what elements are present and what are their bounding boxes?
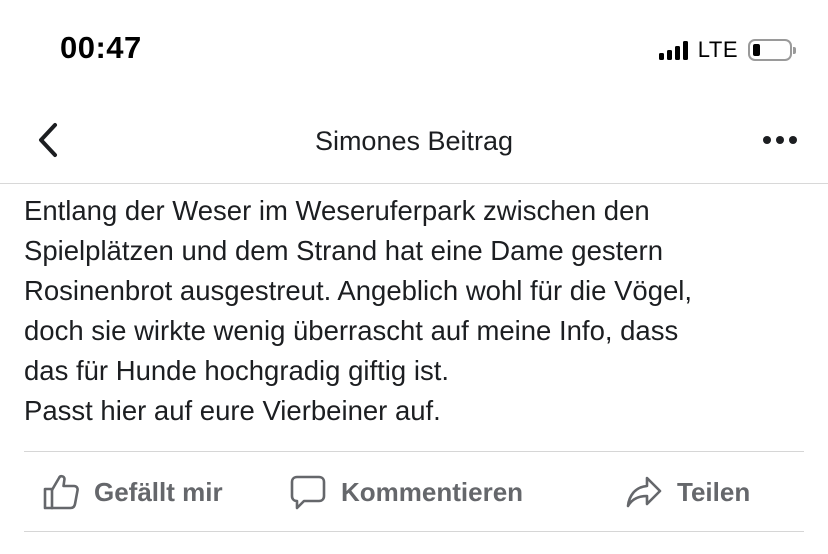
page-title: Simones Beitrag (314, 126, 514, 156)
network-type: LTE (697, 37, 738, 62)
battery-icon (748, 39, 796, 61)
post-line: Rosinenbrot ausgestreut. Angeblich wohl … (24, 275, 693, 306)
post-line: Passt hier auf eure Vierbeiner auf. (24, 395, 441, 426)
comment-button[interactable]: Kommentieren (289, 452, 523, 532)
like-button[interactable]: Gefällt mir (42, 452, 223, 532)
actions-bottom-divider (24, 531, 804, 532)
thumbs-up-icon (43, 474, 79, 510)
post-line: Entlang der Weser im Weseruferpark zwisc… (24, 195, 650, 226)
post-actions: Gefällt mir Kommentieren Teilen (24, 452, 804, 532)
status-bar: 00:47 LTE (0, 0, 828, 100)
status-time: 00:47 (60, 30, 142, 65)
more-horizontal-icon (763, 136, 797, 144)
post-line: Spielplätzen und dem Strand hat eine Dam… (24, 235, 664, 266)
more-options-button[interactable] (758, 120, 802, 160)
post-line: doch sie wirkte wenig überrascht auf mei… (24, 315, 679, 346)
cellular-signal-icon (658, 40, 688, 60)
share-label: Teilen (677, 476, 751, 507)
nav-bar: Simones Beitrag (0, 100, 828, 184)
share-button[interactable]: Teilen (625, 452, 750, 532)
battery-level (753, 44, 760, 56)
status-indicators: LTE (658, 36, 796, 64)
share-arrow-icon (626, 476, 662, 508)
comment-icon (290, 475, 326, 510)
post-body: Entlang der Weser im Weseruferpark zwisc… (24, 191, 804, 431)
post-line: das für Hunde hochgradig giftig ist. (24, 355, 449, 386)
battery-cap (793, 47, 796, 54)
comment-label: Kommentieren (341, 476, 524, 507)
like-label: Gefällt mir (94, 476, 223, 507)
